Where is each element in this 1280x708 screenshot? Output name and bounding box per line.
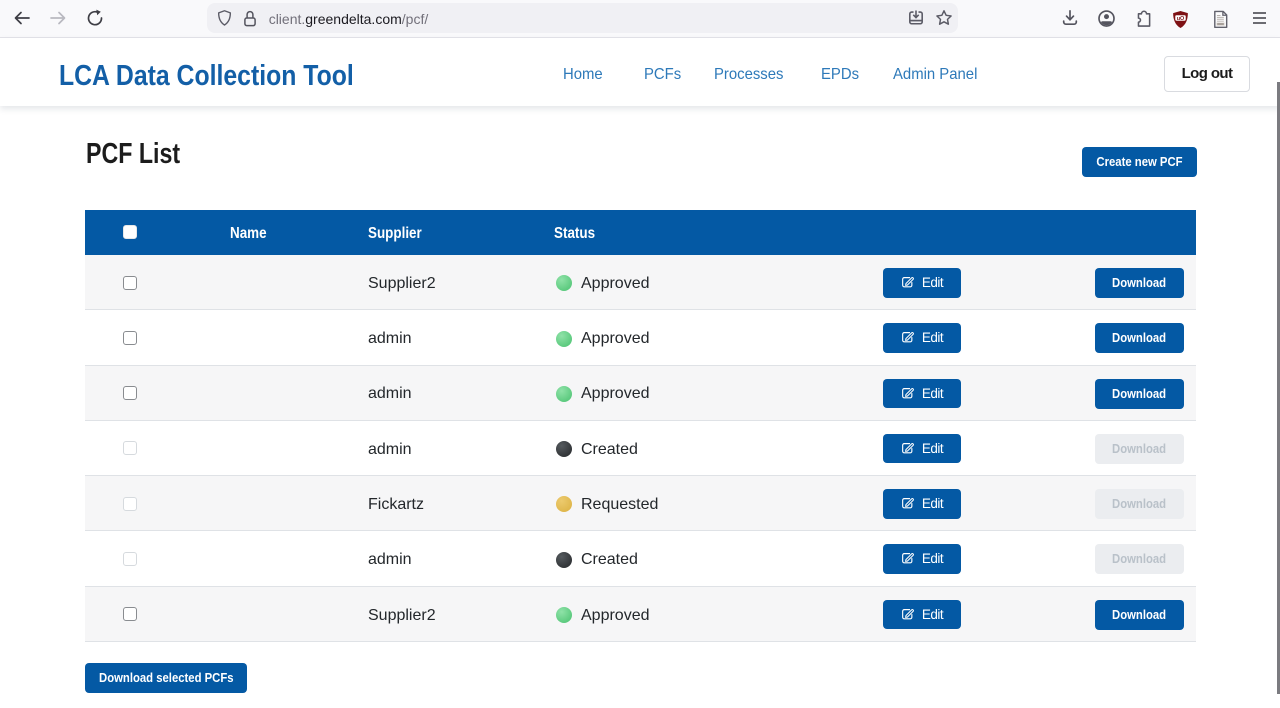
svg-text:uO: uO <box>1177 15 1185 21</box>
